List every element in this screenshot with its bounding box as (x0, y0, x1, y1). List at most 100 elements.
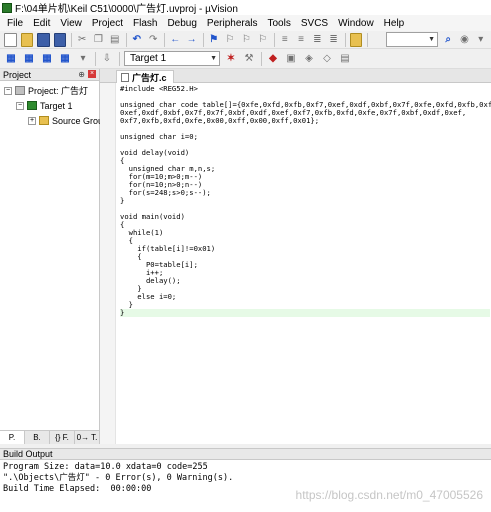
watermark: https://blog.csdn.net/m0_47005526 (295, 488, 483, 502)
pin-icon[interactable]: ⊕ (78, 70, 85, 79)
download-icon[interactable]: ⇩ (100, 52, 114, 66)
find-icon[interactable]: ⌕ (442, 33, 454, 47)
build-output-line: ".\Objects\广告灯" - 0 Error(s), 0 Warning(… (3, 473, 234, 483)
toolbar-separator (344, 32, 346, 47)
code-area[interactable]: #include <REG52.H> unsigned char code ta… (120, 85, 491, 317)
run-time-environment-icon[interactable]: ◇ (320, 52, 334, 66)
prev-bookmark-icon[interactable]: ⚐ (224, 33, 236, 47)
find-in-files-icon[interactable] (349, 32, 363, 47)
tab-books[interactable]: B. (25, 431, 50, 444)
code-line-current: } (120, 309, 490, 317)
debug-session-icon[interactable]: ◉ (458, 33, 470, 47)
file-toolbar: ✂ ❐ ▤ ↶ ↷ ← → ⚑ ⚐ ⚐ ⚐ ≡ ≡ ≣ ≣ ▼ ⌕ ◉ ▾ (0, 31, 491, 49)
editor-gutter[interactable] (100, 83, 116, 444)
code-line: void main(void) (120, 212, 185, 221)
menu-tools[interactable]: Tools (263, 18, 296, 29)
bookmark-icon[interactable]: ⚑ (208, 33, 220, 47)
select-packs-icon[interactable]: ▣ (284, 52, 298, 66)
stop-build-icon[interactable]: ▾ (76, 52, 90, 66)
menu-project[interactable]: Project (87, 18, 128, 29)
find-combo[interactable]: ▼ (386, 32, 439, 47)
redo-icon[interactable]: ↷ (147, 33, 159, 47)
toolbar-separator (95, 51, 96, 66)
project-icon (15, 86, 25, 95)
editor-tab-label: 广告灯.c (132, 72, 167, 83)
menu-view[interactable]: View (55, 18, 87, 29)
indent-icon[interactable]: ≡ (279, 33, 291, 47)
expand-icon[interactable]: + (28, 116, 36, 125)
tab-functions[interactable]: {} F. (50, 431, 75, 444)
tree-item-source-group[interactable]: + Source Group 1 (0, 113, 116, 128)
code-line: if(table[i]!=0x01) (120, 244, 216, 253)
code-line: P0=table[i]; (120, 260, 198, 269)
window-title: F:\04单片机\Keil C51\0000\广告灯.uvproj - µVis… (15, 4, 238, 15)
navigate-forward-icon[interactable]: → (185, 33, 197, 47)
translate-icon[interactable]: ▦ (4, 52, 18, 66)
file-extensions-icon[interactable]: ⚒ (242, 52, 256, 66)
menu-debug[interactable]: Debug (162, 18, 201, 29)
tree-item-label: Target 1 (40, 100, 73, 111)
undo-icon[interactable]: ↶ (131, 33, 143, 47)
collapse-icon[interactable]: − (16, 101, 24, 110)
open-file-icon[interactable] (20, 32, 34, 47)
navigate-back-icon[interactable]: ← (169, 33, 181, 47)
editor-tab-file[interactable]: 广告灯.c (116, 70, 174, 83)
build-icon[interactable]: ▦ (22, 52, 36, 66)
batch-build-icon[interactable]: ▦ (58, 52, 72, 66)
target-select[interactable]: Target 1 ▼ (124, 51, 220, 66)
copy-icon[interactable]: ❐ (92, 33, 104, 47)
menu-peripherals[interactable]: Peripherals (202, 18, 263, 29)
code-line: else i=0; (120, 292, 177, 301)
toolbar-separator (119, 51, 120, 66)
project-tree: − Project: 广告灯 − Target 1 + Source Group… (0, 81, 116, 128)
paste-icon[interactable]: ▤ (109, 33, 121, 47)
editor-tabbar: 广告灯.c (100, 69, 491, 83)
toolbar-separator (367, 32, 368, 47)
unindent-icon[interactable]: ≡ (295, 33, 307, 47)
toolbar-separator (125, 32, 127, 47)
build-output-panel[interactable]: Program Size: data=10.0 xdata=0 code=255… (0, 460, 491, 512)
cut-icon[interactable]: ✂ (76, 33, 88, 47)
chevron-down-icon: ▼ (210, 55, 217, 62)
code-line: { (120, 220, 125, 229)
manage-components-icon[interactable]: ◆ (266, 52, 280, 66)
tab-project[interactable]: P. (0, 431, 25, 444)
save-all-icon[interactable] (53, 32, 67, 47)
code-line: 0xf7,0xfb,0xfd,0xfe,0x00,0xff,0x00,0xff,… (120, 116, 320, 125)
toolbar-options-icon[interactable]: ▾ (475, 33, 487, 47)
build-output-line: Program Size: data=10.0 xdata=0 code=255 (3, 462, 208, 472)
comment-icon[interactable]: ≣ (311, 33, 323, 47)
target-icon (27, 101, 37, 110)
tree-item-target[interactable]: − Target 1 (0, 98, 99, 113)
close-icon[interactable]: × (88, 70, 96, 78)
folder-icon (39, 116, 49, 125)
code-editor[interactable]: #include <REG52.H> unsigned char code ta… (100, 83, 491, 444)
menu-help[interactable]: Help (379, 18, 410, 29)
save-icon[interactable] (37, 32, 50, 47)
extra-tool-icon[interactable]: ▤ (338, 52, 352, 66)
tree-item-project[interactable]: − Project: 广告灯 (0, 83, 99, 98)
menu-svcs[interactable]: SVCS (296, 18, 333, 29)
code-line: unsigned char i=0; (120, 132, 198, 141)
tree-item-label: Project: 广告灯 (28, 86, 89, 96)
collapse-icon[interactable]: − (4, 86, 12, 95)
new-file-icon[interactable] (4, 32, 17, 47)
menu-edit[interactable]: Edit (28, 18, 55, 29)
next-bookmark-icon[interactable]: ⚐ (240, 33, 252, 47)
title-bar: F:\04单片机\Keil C51\0000\广告灯.uvproj - µVis… (0, 0, 491, 15)
tab-templates[interactable]: 0→ T. (75, 431, 100, 444)
project-panel-title: Project (3, 69, 32, 80)
uvision-app-icon (2, 2, 12, 13)
menu-flash[interactable]: Flash (128, 18, 162, 29)
uncomment-icon[interactable]: ≣ (327, 33, 339, 47)
pack-installer-icon[interactable]: ◈ (302, 52, 316, 66)
code-line: for(s=248;s>0;s--); (120, 188, 211, 197)
rebuild-icon[interactable]: ▦ (40, 52, 54, 66)
target-select-value: Target 1 (130, 53, 167, 64)
target-options-icon[interactable]: ✶ (224, 52, 238, 66)
menu-bar: File Edit View Project Flash Debug Perip… (0, 15, 491, 31)
clear-bookmarks-icon[interactable]: ⚐ (256, 33, 268, 47)
code-line: } (120, 196, 125, 205)
menu-window[interactable]: Window (333, 18, 379, 29)
menu-file[interactable]: File (2, 18, 28, 29)
